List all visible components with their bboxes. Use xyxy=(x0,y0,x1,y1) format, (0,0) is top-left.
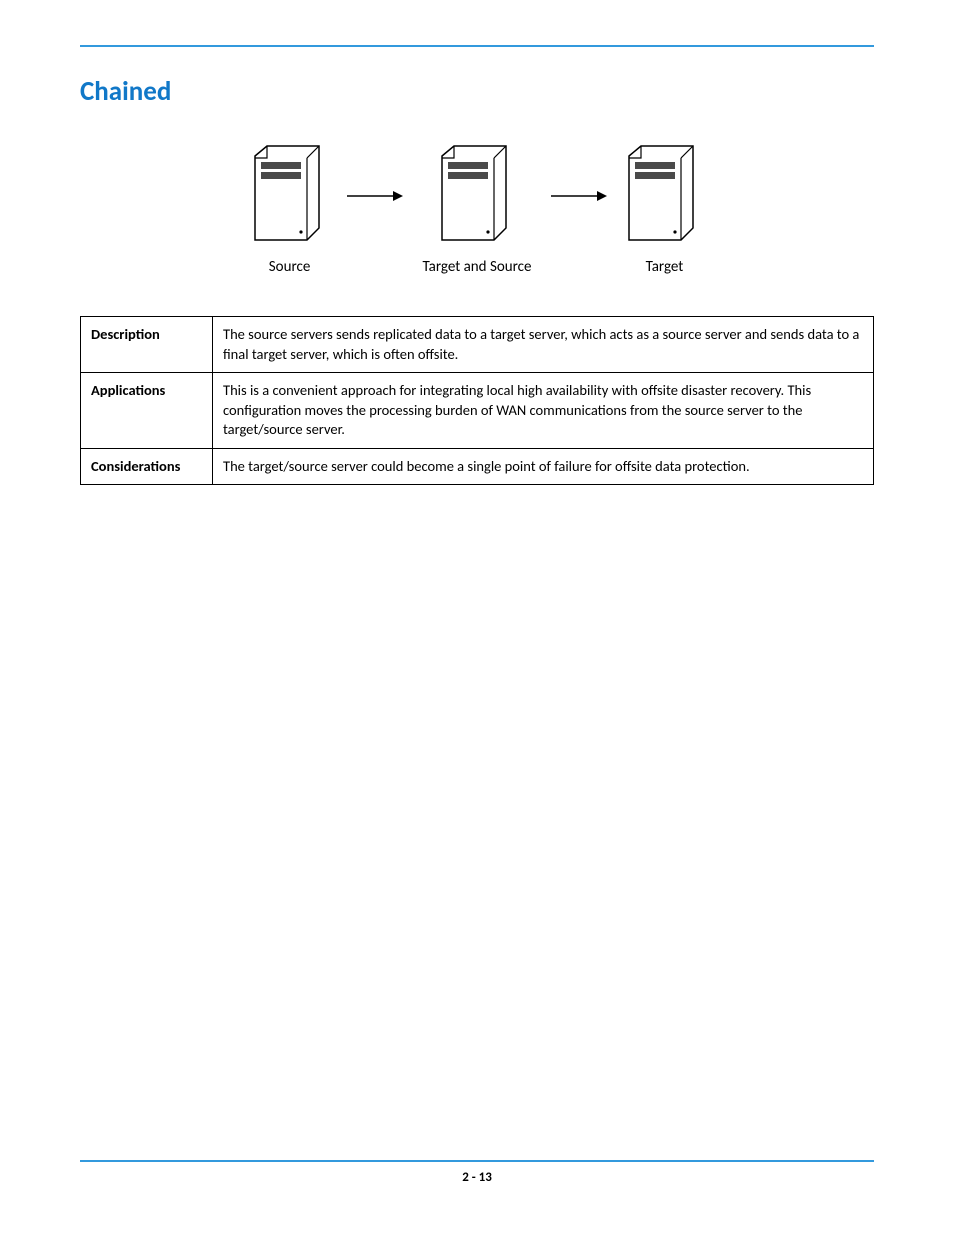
table-row: Applications This is a convenient approa… xyxy=(81,373,874,449)
page-footer: 2 - 13 xyxy=(80,1160,874,1185)
server-icon xyxy=(627,144,701,244)
diagram: Source Target and Source xyxy=(80,144,874,276)
row-label: Description xyxy=(81,317,213,373)
page-heading: Chained xyxy=(80,75,874,108)
top-rule xyxy=(80,45,874,47)
server-label: Target xyxy=(646,258,684,276)
server-target: Target xyxy=(627,144,701,276)
arrow-icon xyxy=(347,189,403,203)
server-target-source: Target and Source xyxy=(423,144,532,276)
server-label: Source xyxy=(269,258,311,276)
row-text: The target/source server could become a … xyxy=(213,448,874,485)
server-source: Source xyxy=(253,144,327,276)
page-number: 2 - 13 xyxy=(462,1170,492,1185)
server-label: Target and Source xyxy=(423,258,532,276)
row-text: This is a convenient approach for integr… xyxy=(213,373,874,449)
server-icon xyxy=(440,144,514,244)
arrow-icon xyxy=(551,189,607,203)
table-row: Description The source servers sends rep… xyxy=(81,317,874,373)
server-icon xyxy=(253,144,327,244)
row-text: The source servers sends replicated data… xyxy=(213,317,874,373)
table-row: Considerations The target/source server … xyxy=(81,448,874,485)
info-table: Description The source servers sends rep… xyxy=(80,316,874,485)
row-label: Applications xyxy=(81,373,213,449)
row-label: Considerations xyxy=(81,448,213,485)
